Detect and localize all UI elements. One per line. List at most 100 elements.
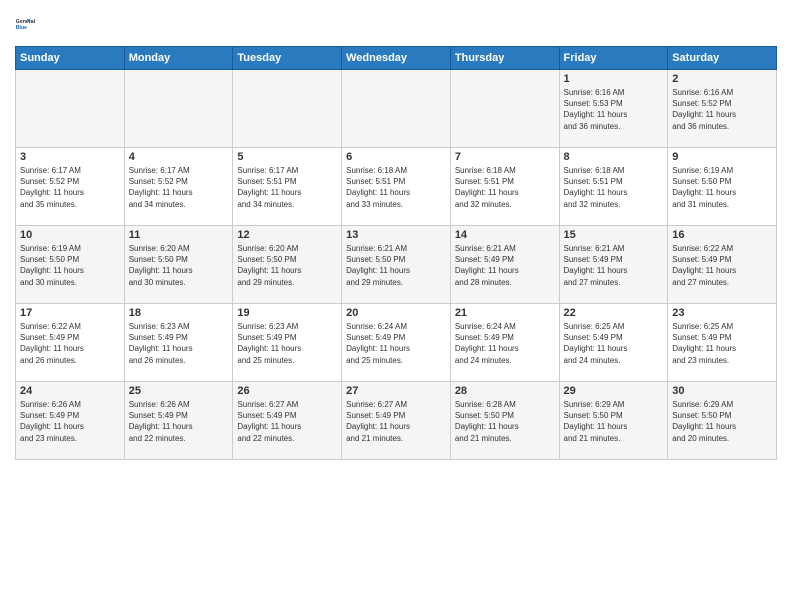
- day-number: 16: [672, 229, 772, 241]
- day-cell: [16, 70, 125, 148]
- day-cell: 8 Sunrise: 6:18 AM Sunset: 5:51 PM Daylig…: [559, 148, 668, 226]
- day-number: 2: [672, 73, 772, 85]
- svg-text:Blue: Blue: [16, 25, 27, 31]
- day-cell: 27 Sunrise: 6:27 AM Sunset: 5:49 PM Dayli…: [342, 382, 451, 460]
- calendar-body: 1 Sunrise: 6:16 AM Sunset: 5:53 PM Daylig…: [16, 70, 777, 460]
- day-number: 23: [672, 307, 772, 319]
- day-cell: 2 Sunrise: 6:16 AM Sunset: 5:52 PM Daylig…: [668, 70, 777, 148]
- day-info: Sunrise: 6:20 AM Sunset: 5:50 PM Dayligh…: [129, 243, 229, 288]
- day-cell: 25 Sunrise: 6:26 AM Sunset: 5:49 PM Dayli…: [124, 382, 233, 460]
- day-number: 24: [20, 385, 120, 397]
- day-cell: 28Sunrise: 6:28 AM Sunset: 5:50 PM Dayli…: [450, 382, 559, 460]
- logo-icon: General Blue: [15, 10, 43, 38]
- day-info: Sunrise: 6:23 AM Sunset: 5:49 PM Dayligh…: [129, 321, 229, 366]
- day-cell: 5 Sunrise: 6:17 AM Sunset: 5:51 PM Daylig…: [233, 148, 342, 226]
- day-number: 6: [346, 151, 446, 163]
- day-number: 4: [129, 151, 229, 163]
- page: General Blue SundayMondayTuesdayWednesda…: [0, 0, 792, 470]
- day-cell: 7Sunrise: 6:18 AM Sunset: 5:51 PM Daylig…: [450, 148, 559, 226]
- day-info: Sunrise: 6:20 AM Sunset: 5:50 PM Dayligh…: [237, 243, 337, 288]
- day-info: Sunrise: 6:26 AM Sunset: 5:49 PM Dayligh…: [129, 399, 229, 444]
- day-cell: 19 Sunrise: 6:23 AM Sunset: 5:49 PM Dayli…: [233, 304, 342, 382]
- day-number: 21: [455, 307, 555, 319]
- week-row-3: 10 Sunrise: 6:19 AM Sunset: 5:50 PM Dayli…: [16, 226, 777, 304]
- header-day-thursday: Thursday: [450, 47, 559, 70]
- day-cell: 15 Sunrise: 6:21 AM Sunset: 5:49 PM Dayli…: [559, 226, 668, 304]
- day-number: 9: [672, 151, 772, 163]
- day-number: 19: [237, 307, 337, 319]
- day-number: 25: [129, 385, 229, 397]
- day-info: Sunrise: 6:22 AM Sunset: 5:49 PM Dayligh…: [20, 321, 120, 366]
- day-cell: [124, 70, 233, 148]
- header-day-friday: Friday: [559, 47, 668, 70]
- week-row-5: 24 Sunrise: 6:26 AM Sunset: 5:49 PM Dayli…: [16, 382, 777, 460]
- day-number: 10: [20, 229, 120, 241]
- day-cell: 20 Sunrise: 6:24 AM Sunset: 5:49 PM Dayli…: [342, 304, 451, 382]
- day-info: Sunrise: 6:21 AM Sunset: 5:49 PM Dayligh…: [455, 243, 555, 288]
- day-number: 3: [20, 151, 120, 163]
- day-info: Sunrise: 6:24 AM Sunset: 5:49 PM Dayligh…: [346, 321, 446, 366]
- day-cell: [342, 70, 451, 148]
- calendar-header: SundayMondayTuesdayWednesdayThursdayFrid…: [16, 47, 777, 70]
- day-cell: 14Sunrise: 6:21 AM Sunset: 5:49 PM Dayli…: [450, 226, 559, 304]
- day-cell: 4Sunrise: 6:17 AM Sunset: 5:52 PM Daylig…: [124, 148, 233, 226]
- day-info: Sunrise: 6:29 AM Sunset: 5:50 PM Dayligh…: [564, 399, 664, 444]
- day-info: Sunrise: 6:26 AM Sunset: 5:49 PM Dayligh…: [20, 399, 120, 444]
- day-info: Sunrise: 6:29 AM Sunset: 5:50 PM Dayligh…: [672, 399, 772, 444]
- day-number: 26: [237, 385, 337, 397]
- day-info: Sunrise: 6:19 AM Sunset: 5:50 PM Dayligh…: [672, 165, 772, 210]
- logo: General Blue: [15, 10, 43, 38]
- day-info: Sunrise: 6:19 AM Sunset: 5:50 PM Dayligh…: [20, 243, 120, 288]
- day-cell: 12Sunrise: 6:20 AM Sunset: 5:50 PM Dayli…: [233, 226, 342, 304]
- day-number: 22: [564, 307, 664, 319]
- day-info: Sunrise: 6:21 AM Sunset: 5:49 PM Dayligh…: [564, 243, 664, 288]
- day-cell: 24 Sunrise: 6:26 AM Sunset: 5:49 PM Dayli…: [16, 382, 125, 460]
- day-info: Sunrise: 6:25 AM Sunset: 5:49 PM Dayligh…: [564, 321, 664, 366]
- day-info: Sunrise: 6:27 AM Sunset: 5:49 PM Dayligh…: [346, 399, 446, 444]
- header-day-tuesday: Tuesday: [233, 47, 342, 70]
- day-cell: 1 Sunrise: 6:16 AM Sunset: 5:53 PM Daylig…: [559, 70, 668, 148]
- day-number: 5: [237, 151, 337, 163]
- day-cell: 16 Sunrise: 6:22 AM Sunset: 5:49 PM Dayli…: [668, 226, 777, 304]
- day-cell: [233, 70, 342, 148]
- day-cell: [450, 70, 559, 148]
- header-day-saturday: Saturday: [668, 47, 777, 70]
- calendar-table: SundayMondayTuesdayWednesdayThursdayFrid…: [15, 46, 777, 460]
- day-info: Sunrise: 6:27 AM Sunset: 5:49 PM Dayligh…: [237, 399, 337, 444]
- day-info: Sunrise: 6:28 AM Sunset: 5:50 PM Dayligh…: [455, 399, 555, 444]
- day-cell: 11Sunrise: 6:20 AM Sunset: 5:50 PM Dayli…: [124, 226, 233, 304]
- day-cell: 17 Sunrise: 6:22 AM Sunset: 5:49 PM Dayli…: [16, 304, 125, 382]
- header-day-wednesday: Wednesday: [342, 47, 451, 70]
- day-info: Sunrise: 6:18 AM Sunset: 5:51 PM Dayligh…: [455, 165, 555, 210]
- day-cell: 29 Sunrise: 6:29 AM Sunset: 5:50 PM Dayli…: [559, 382, 668, 460]
- day-number: 15: [564, 229, 664, 241]
- day-cell: 3Sunrise: 6:17 AM Sunset: 5:52 PM Daylig…: [16, 148, 125, 226]
- week-row-4: 17 Sunrise: 6:22 AM Sunset: 5:49 PM Dayli…: [16, 304, 777, 382]
- day-info: Sunrise: 6:22 AM Sunset: 5:49 PM Dayligh…: [672, 243, 772, 288]
- day-cell: 26 Sunrise: 6:27 AM Sunset: 5:49 PM Dayli…: [233, 382, 342, 460]
- day-number: 18: [129, 307, 229, 319]
- day-cell: 22 Sunrise: 6:25 AM Sunset: 5:49 PM Dayli…: [559, 304, 668, 382]
- day-cell: 18 Sunrise: 6:23 AM Sunset: 5:49 PM Dayli…: [124, 304, 233, 382]
- day-info: Sunrise: 6:18 AM Sunset: 5:51 PM Dayligh…: [346, 165, 446, 210]
- day-number: 1: [564, 73, 664, 85]
- header-day-sunday: Sunday: [16, 47, 125, 70]
- header-row: SundayMondayTuesdayWednesdayThursdayFrid…: [16, 47, 777, 70]
- day-info: Sunrise: 6:21 AM Sunset: 5:50 PM Dayligh…: [346, 243, 446, 288]
- day-info: Sunrise: 6:23 AM Sunset: 5:49 PM Dayligh…: [237, 321, 337, 366]
- day-info: Sunrise: 6:16 AM Sunset: 5:52 PM Dayligh…: [672, 87, 772, 132]
- day-info: Sunrise: 6:17 AM Sunset: 5:51 PM Dayligh…: [237, 165, 337, 210]
- week-row-1: 1 Sunrise: 6:16 AM Sunset: 5:53 PM Daylig…: [16, 70, 777, 148]
- header: General Blue: [15, 10, 777, 38]
- day-number: 20: [346, 307, 446, 319]
- svg-text:General: General: [16, 19, 36, 25]
- day-info: Sunrise: 6:16 AM Sunset: 5:53 PM Dayligh…: [564, 87, 664, 132]
- day-number: 17: [20, 307, 120, 319]
- day-number: 27: [346, 385, 446, 397]
- day-info: Sunrise: 6:18 AM Sunset: 5:51 PM Dayligh…: [564, 165, 664, 210]
- day-cell: 10 Sunrise: 6:19 AM Sunset: 5:50 PM Dayli…: [16, 226, 125, 304]
- day-number: 29: [564, 385, 664, 397]
- day-number: 8: [564, 151, 664, 163]
- week-row-2: 3Sunrise: 6:17 AM Sunset: 5:52 PM Daylig…: [16, 148, 777, 226]
- day-cell: 30Sunrise: 6:29 AM Sunset: 5:50 PM Dayli…: [668, 382, 777, 460]
